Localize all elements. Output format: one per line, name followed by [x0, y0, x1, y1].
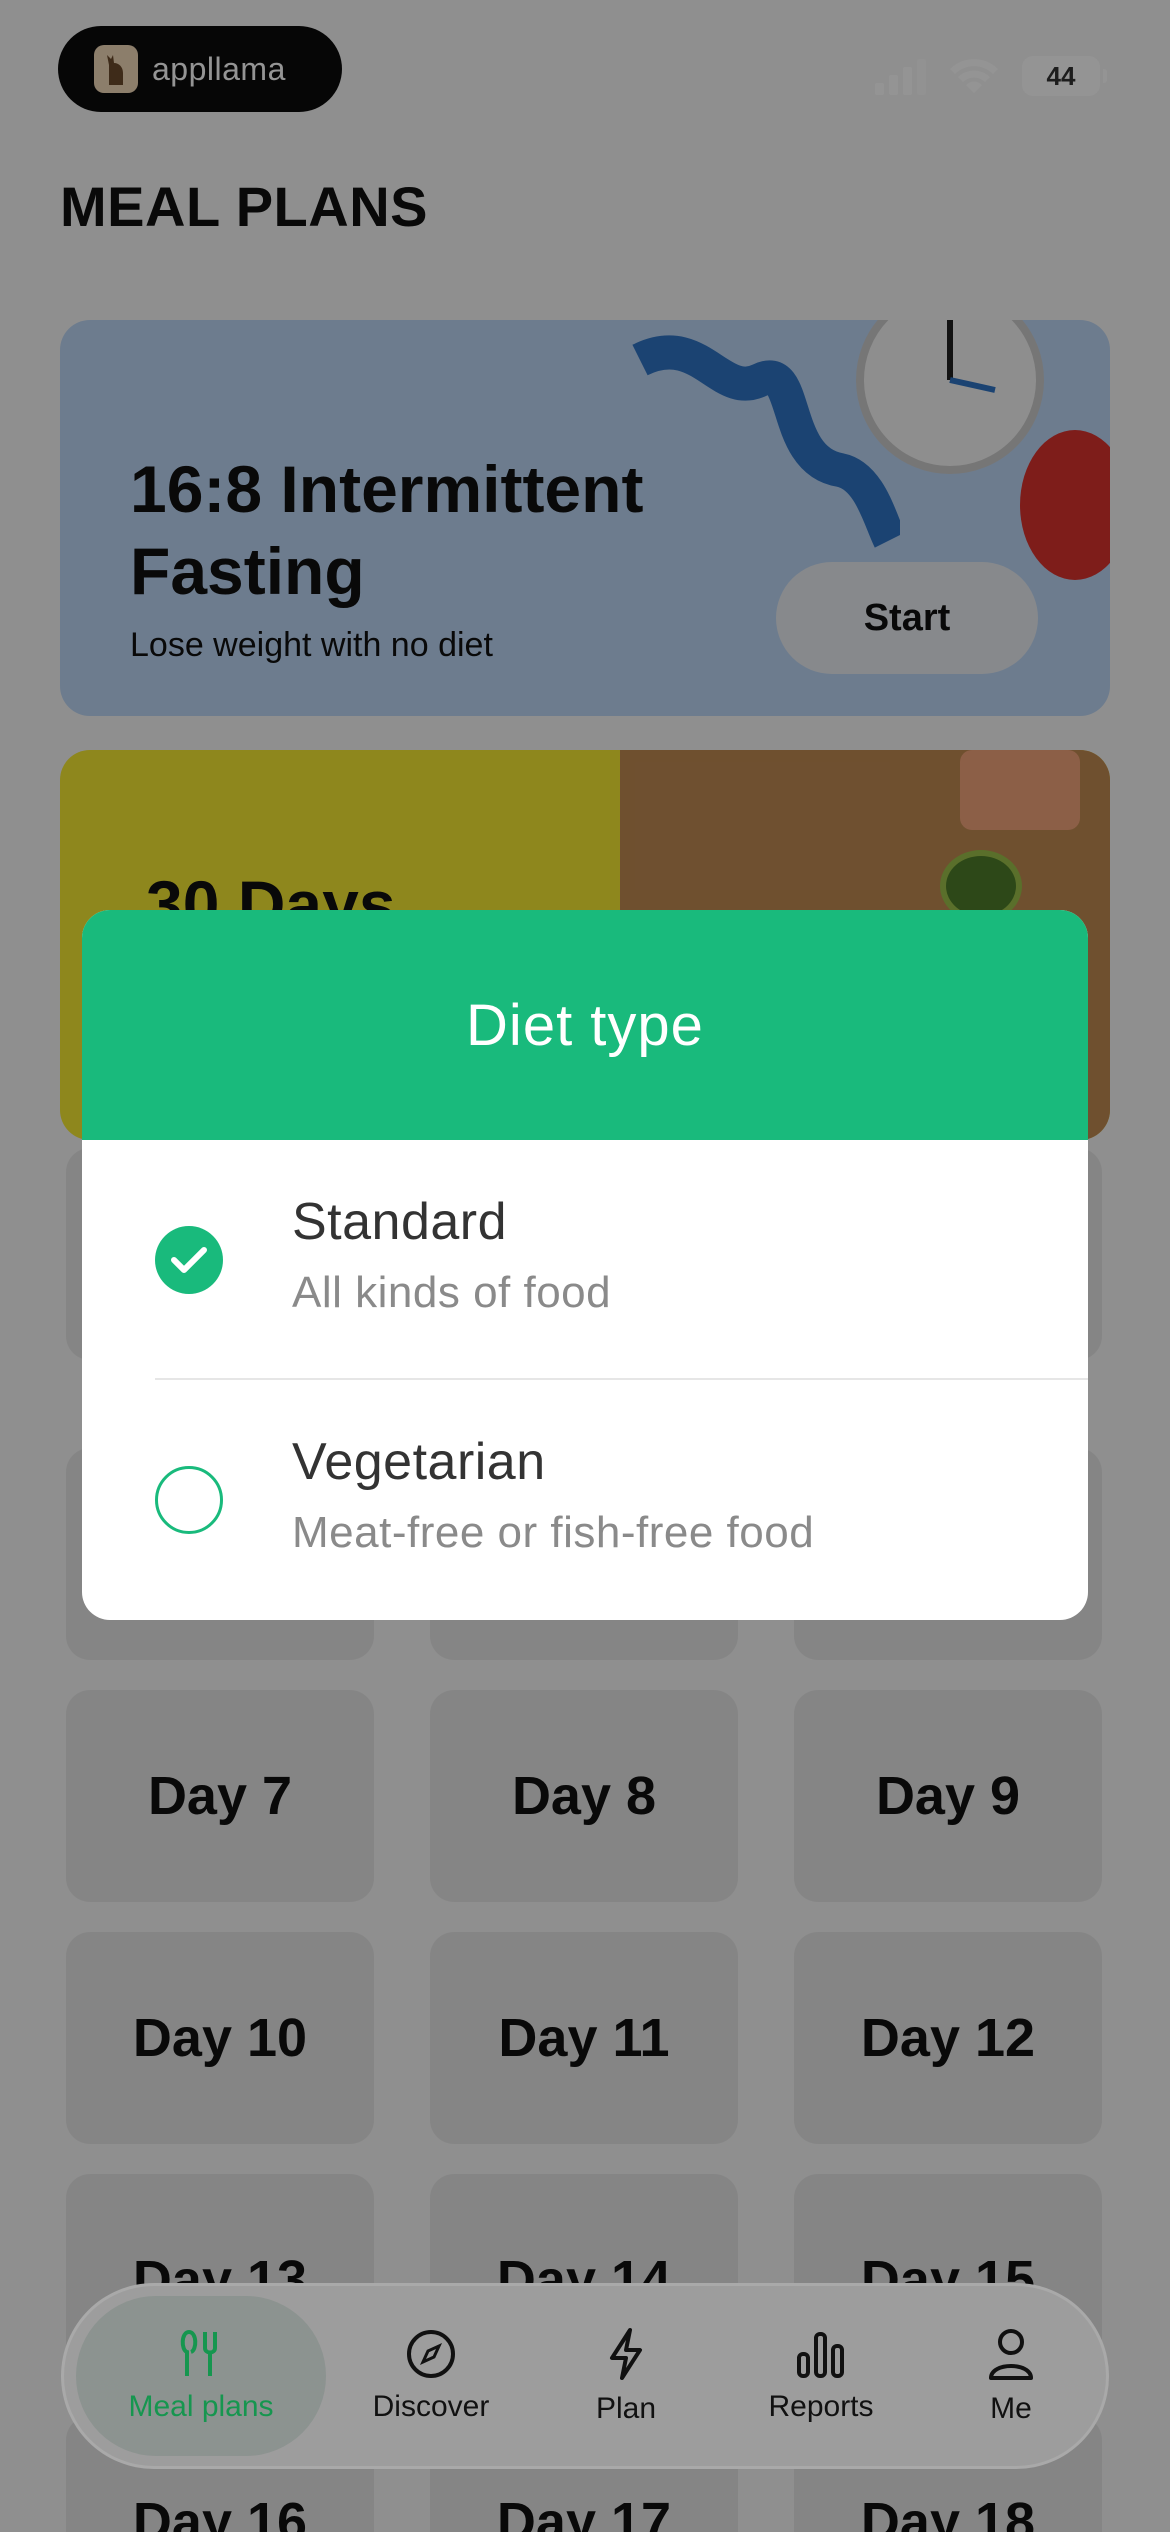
- bar-chart-icon: [797, 2332, 844, 2378]
- person-icon: [989, 2329, 1033, 2380]
- tab-label: Discover: [372, 2390, 490, 2423]
- diet-option-standard[interactable]: Standard All kinds of food: [82, 1140, 1088, 1378]
- option-description: Meat-free or fish-free food: [292, 1508, 815, 1557]
- tab-reports[interactable]: Reports: [726, 2286, 916, 2466]
- tab-label: Meal plans: [128, 2390, 274, 2423]
- tab-meal-plans[interactable]: Meal plans: [76, 2296, 326, 2456]
- tab-label: Reports: [768, 2390, 874, 2423]
- compass-icon: [407, 2330, 455, 2378]
- meal-plans-icon: [180, 2330, 217, 2376]
- tab-me[interactable]: Me: [926, 2286, 1096, 2466]
- tab-label: Me: [990, 2392, 1032, 2425]
- option-description: All kinds of food: [292, 1268, 612, 1317]
- diet-option-vegetarian[interactable]: Vegetarian Meat-free or fish-free food: [82, 1380, 1088, 1618]
- checkmark-icon: [171, 1247, 207, 1273]
- tab-plan[interactable]: Plan: [536, 2286, 716, 2466]
- radio-selected-icon[interactable]: [155, 1226, 223, 1294]
- bottom-tab-bar: Meal plans Discover Plan Reports Me: [64, 2286, 1106, 2466]
- option-title: Standard: [292, 1193, 508, 1251]
- tab-label: Plan: [595, 2392, 657, 2425]
- diet-type-dialog: Diet type Standard All kinds of food Veg…: [82, 910, 1088, 1620]
- option-title: Vegetarian: [292, 1433, 546, 1491]
- meal-plans-screen: appllama 44 MEAL PLANS 16:8 Intermittent…: [0, 0, 1170, 2532]
- radio-unselected-icon[interactable]: [155, 1466, 223, 1534]
- tab-discover[interactable]: Discover: [336, 2286, 526, 2466]
- lightning-icon: [610, 2328, 642, 2380]
- dialog-title: Diet type: [82, 910, 1088, 1140]
